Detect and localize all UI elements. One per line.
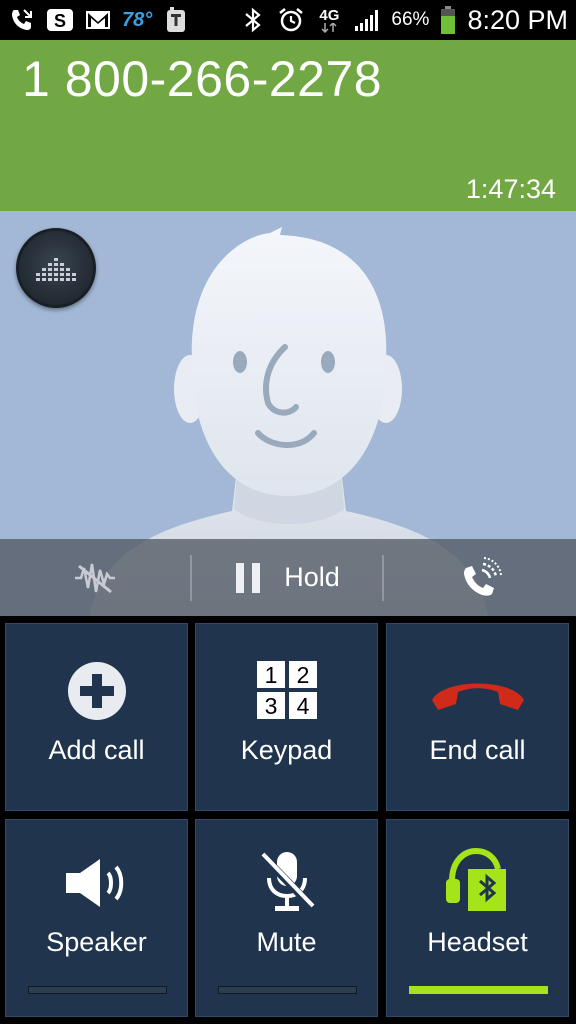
call-quality-icon [464, 556, 502, 596]
hold-button[interactable]: Hold [192, 539, 382, 616]
phone-number: 1 800-266-2278 [22, 51, 383, 107]
end-call-label: End call [429, 735, 526, 765]
battery-icon [439, 6, 457, 34]
noise-reduction-icon [75, 563, 115, 593]
status-bar: S 78° 4G 66% 8:20 PM [0, 0, 576, 40]
headset-status-bar [409, 986, 548, 994]
svg-text:S: S [54, 11, 66, 31]
pause-icon [236, 562, 261, 593]
mic-muted-icon [257, 851, 316, 911]
bluetooth-icon [239, 6, 267, 34]
clock: 8:20 PM [467, 4, 568, 35]
speaker-status-bar [28, 986, 167, 994]
headset-label: Headset [427, 927, 528, 957]
add-icon [67, 662, 126, 720]
keypad-icon: 1 2 3 4 [255, 660, 318, 720]
4g-icon: 4G [315, 6, 343, 34]
add-call-label: Add call [48, 735, 145, 765]
bluetooth-headset-icon [445, 847, 506, 911]
svg-text:1: 1 [264, 662, 277, 688]
missed-call-icon [8, 6, 36, 34]
call-header: 1 800-266-2278 1:47:34 [0, 40, 576, 211]
alarm-icon [277, 6, 305, 34]
call-duration: 1:47:34 [465, 174, 556, 204]
mute-status-bar [218, 986, 357, 994]
tmobile-icon [162, 6, 190, 34]
s-app-icon: S [46, 6, 74, 34]
noise-reduction-button[interactable] [0, 539, 190, 616]
add-call-button[interactable]: Add call [5, 623, 188, 811]
end-call-button[interactable]: End call [386, 623, 569, 811]
speaker-button[interactable]: Speaker [5, 819, 188, 1017]
speaker-icon [65, 859, 123, 907]
sound-equalizer-button[interactable] [16, 228, 96, 308]
svg-text:2: 2 [296, 662, 309, 688]
keypad-label: Keypad [240, 735, 333, 765]
svg-text:4: 4 [296, 693, 309, 719]
mute-label: Mute [256, 927, 317, 957]
call-actions-grid: Add call 1 2 3 4 Keypad End call Speaker… [0, 616, 576, 1024]
end-call-icon [431, 683, 524, 710]
signal-icon [353, 6, 381, 34]
contact-photo-area: Hold [0, 211, 576, 616]
headset-button[interactable]: Headset [386, 819, 569, 1017]
call-quality-button[interactable] [384, 539, 576, 616]
speaker-label: Speaker [46, 927, 147, 957]
weather-temperature: 78° [122, 8, 153, 31]
gmail-icon [84, 6, 112, 34]
battery-percent: 66% [391, 9, 430, 30]
svg-text:3: 3 [264, 693, 277, 719]
mute-button[interactable]: Mute [195, 819, 378, 1017]
keypad-button[interactable]: 1 2 3 4 Keypad [195, 623, 378, 811]
in-call-toolbar: Hold [0, 539, 576, 616]
equalizer-icon [36, 258, 76, 281]
hold-label: Hold [284, 562, 340, 592]
